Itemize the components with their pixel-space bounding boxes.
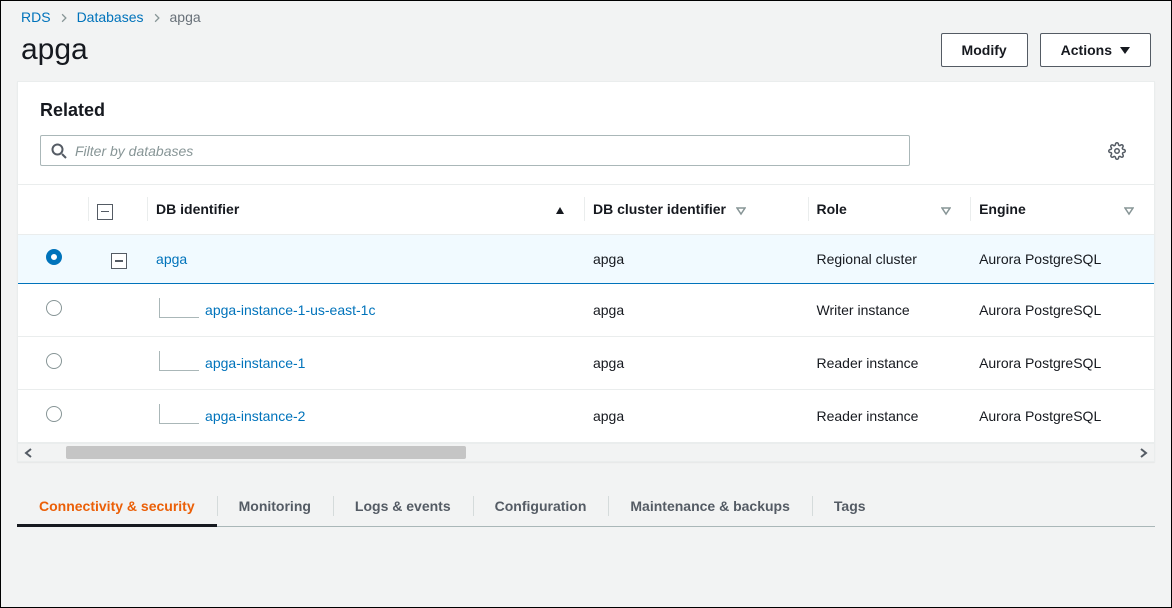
sort-asc-icon — [555, 201, 565, 217]
engine-cell: Aurora PostgreSQL — [971, 283, 1154, 336]
db-identifier-link[interactable]: apga-instance-1 — [205, 355, 305, 371]
tree-branch-icon — [159, 298, 199, 318]
column-engine[interactable]: Engine — [971, 185, 1154, 234]
row-radio[interactable] — [46, 353, 62, 369]
actions-button-label: Actions — [1061, 42, 1112, 58]
breadcrumb-current: apga — [170, 9, 201, 25]
filter-icon — [941, 201, 951, 217]
related-panel: Related — [17, 81, 1155, 462]
databases-table: DB identifier DB cluster identifier — [18, 184, 1154, 461]
role-cell: Reader instance — [809, 336, 972, 389]
role-cell: Writer instance — [809, 283, 972, 336]
filter-row — [18, 135, 1154, 184]
filter-icon — [1124, 201, 1134, 217]
scrollbar-thumb[interactable] — [66, 446, 466, 459]
table-row[interactable]: apga-instance-1-us-east-1c apga Writer i… — [18, 283, 1154, 336]
db-cluster-cell: apga — [585, 336, 809, 389]
role-cell: Reader instance — [809, 389, 972, 442]
settings-button[interactable] — [1108, 142, 1132, 160]
table-row[interactable]: apga-instance-1 apga Reader instance Aur… — [18, 336, 1154, 389]
search-input[interactable] — [75, 143, 899, 159]
page-title: apga — [21, 33, 88, 67]
collapse-icon — [97, 204, 113, 220]
column-expand-all[interactable] — [89, 185, 148, 234]
tab-connectivity-security[interactable]: Connectivity & security — [17, 486, 217, 526]
horizontal-scrollbar[interactable] — [18, 443, 1154, 461]
column-role[interactable]: Role — [809, 185, 972, 234]
db-identifier-link[interactable]: apga-instance-1-us-east-1c — [205, 302, 375, 318]
db-cluster-cell: apga — [585, 283, 809, 336]
db-identifier-link[interactable]: apga-instance-2 — [205, 408, 305, 424]
tree-branch-icon — [159, 351, 199, 371]
tab-maintenance-backups[interactable]: Maintenance & backups — [608, 486, 812, 526]
chevron-right-icon — [152, 9, 162, 25]
search-box[interactable] — [40, 135, 910, 166]
row-radio[interactable] — [46, 249, 62, 265]
actions-button[interactable]: Actions — [1040, 33, 1151, 67]
role-cell: Regional cluster — [809, 234, 972, 283]
page-header: apga Modify Actions — [1, 29, 1171, 81]
modify-button[interactable]: Modify — [941, 33, 1028, 67]
row-radio[interactable] — [46, 300, 62, 316]
column-db-cluster-identifier[interactable]: DB cluster identifier — [585, 185, 809, 234]
caret-down-icon — [1120, 42, 1130, 58]
breadcrumb-root[interactable]: RDS — [21, 9, 51, 25]
db-cluster-cell: apga — [585, 389, 809, 442]
tree-branch-icon — [159, 404, 199, 424]
engine-cell: Aurora PostgreSQL — [971, 234, 1154, 283]
table-header-row: DB identifier DB cluster identifier — [18, 185, 1154, 234]
tab-monitoring[interactable]: Monitoring — [217, 486, 333, 526]
column-db-identifier-label: DB identifier — [156, 201, 239, 217]
breadcrumb: RDS Databases apga — [1, 1, 1171, 29]
column-db-cluster-identifier-label: DB cluster identifier — [593, 201, 726, 217]
row-radio[interactable] — [46, 406, 62, 422]
engine-cell: Aurora PostgreSQL — [971, 336, 1154, 389]
panel-title: Related — [18, 82, 1154, 135]
scroll-left-icon[interactable] — [18, 445, 40, 459]
db-identifier-link[interactable]: apga — [156, 251, 187, 267]
scroll-right-icon[interactable] — [1132, 445, 1154, 459]
column-db-identifier[interactable]: DB identifier — [148, 185, 585, 234]
chevron-right-icon — [59, 9, 69, 25]
engine-cell: Aurora PostgreSQL — [971, 389, 1154, 442]
table-row[interactable]: apga-instance-2 apga Reader instance Aur… — [18, 389, 1154, 442]
table-row[interactable]: apga apga Regional cluster Aurora Postgr… — [18, 234, 1154, 283]
detail-tabs: Connectivity & security Monitoring Logs … — [17, 486, 1155, 527]
db-cluster-cell: apga — [585, 234, 809, 283]
tab-configuration[interactable]: Configuration — [473, 486, 609, 526]
column-select — [18, 185, 89, 234]
tab-logs-events[interactable]: Logs & events — [333, 486, 473, 526]
tab-tags[interactable]: Tags — [812, 486, 888, 526]
gear-icon — [1108, 142, 1126, 158]
header-actions: Modify Actions — [941, 33, 1151, 67]
collapse-icon[interactable] — [111, 253, 127, 269]
filter-icon — [736, 201, 746, 217]
search-icon — [51, 142, 67, 159]
column-engine-label: Engine — [979, 201, 1026, 217]
column-role-label: Role — [817, 201, 847, 217]
breadcrumb-section[interactable]: Databases — [77, 9, 144, 25]
